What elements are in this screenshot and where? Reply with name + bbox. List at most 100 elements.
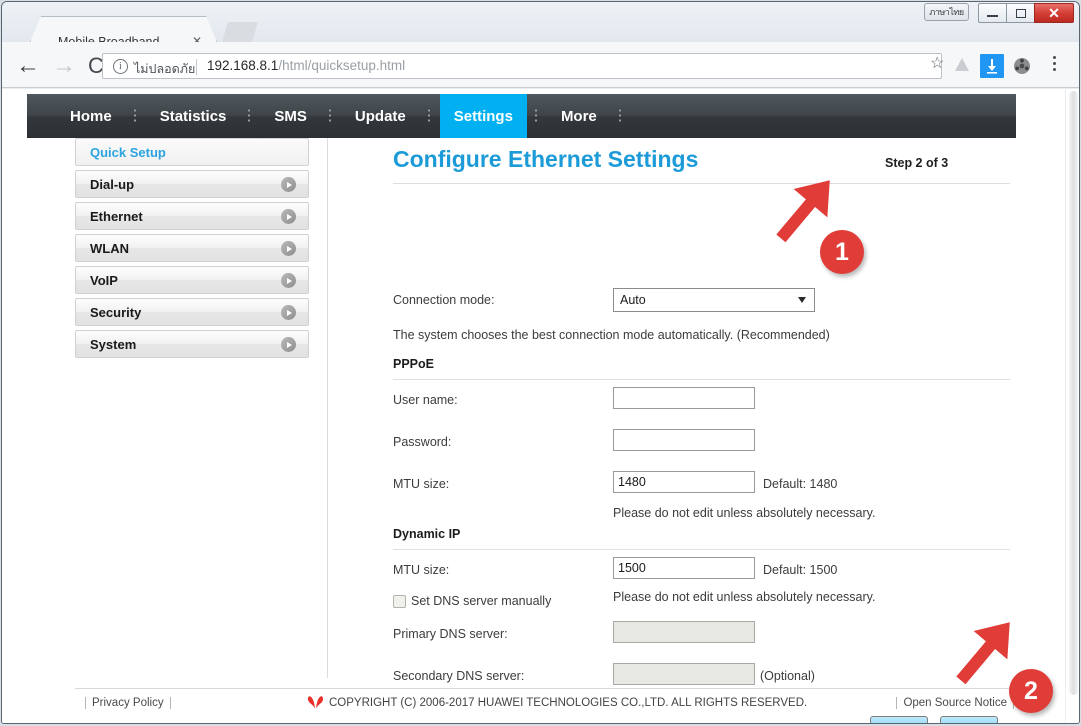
address-bar[interactable]: i ไม่ปลอดภัย 192.168.8.1/html/quicksetup… [102, 53, 942, 79]
page-scrollbar-thumb[interactable] [1069, 91, 1078, 695]
secondary-dns-label: Secondary DNS server: [393, 669, 525, 683]
sidebar-item-label: VoIP [90, 272, 118, 288]
url-text: 192.168.8.1/html/quicksetup.html [207, 58, 405, 73]
dynamic-ip-divider [393, 549, 1010, 550]
drive-icon[interactable] [950, 54, 974, 78]
tab-strip: Mobile Broadband ✕ [2, 16, 1079, 49]
nav-item-update[interactable]: Update [341, 94, 420, 138]
back-button[interactable]: Back [870, 716, 928, 723]
menu-dot [1053, 62, 1056, 65]
step-indicator: Step 2 of 3 [885, 156, 949, 170]
forward-icon[interactable]: → [52, 54, 76, 78]
annotation-badge-1: 1 [820, 230, 864, 274]
next-button[interactable]: Next [940, 716, 998, 723]
huawei-logo-icon [307, 696, 324, 709]
main-navigation: Home Statistics SMS Update Settings More [27, 94, 1016, 138]
url-host: 192.168.8.1 [207, 58, 279, 73]
dynamic-mtu-label: MTU size: [393, 563, 450, 577]
copyright-block: COPYRIGHT (C) 2006-2017 HUAWEI TECHNOLOG… [307, 696, 807, 709]
menu-dot [1053, 56, 1056, 59]
chevron-right-icon [281, 177, 296, 192]
secondary-dns-input[interactable] [613, 663, 755, 685]
nav-separator [534, 108, 537, 124]
sidebar-item-quick-setup[interactable]: Quick Setup [75, 138, 309, 166]
sidebar-item-voip[interactable]: VoIP [75, 266, 309, 294]
secondary-dns-optional: (Optional) [760, 669, 815, 683]
copyright-text: COPYRIGHT (C) 2006-2017 HUAWEI TECHNOLOG… [329, 696, 808, 709]
nav-separator [133, 108, 136, 124]
sidebar-item-system[interactable]: System [75, 330, 309, 358]
pppoe-divider [393, 379, 1010, 380]
content-area: Quick Setup Dial-up Ethernet WLAN VoIP Securi… [27, 138, 1016, 723]
download-icon[interactable] [980, 54, 1004, 78]
dynamic-mtu-note: Please do not edit unless absolutely nec… [613, 590, 876, 604]
url-path: /html/quicksetup.html [278, 58, 406, 73]
privacy-policy-link[interactable]: Privacy Policy [85, 697, 171, 709]
sidebar-item-label: Security [90, 304, 142, 320]
set-dns-manually-checkbox[interactable] [393, 595, 406, 608]
heading-divider [393, 183, 1010, 184]
sidebar-divider [327, 138, 328, 678]
chevron-right-icon [281, 241, 296, 256]
pppoe-section-title: PPPoE [393, 357, 434, 371]
sidebar-item-label: Ethernet [90, 208, 143, 224]
nav-item-home[interactable]: Home [56, 94, 126, 138]
page-title: Configure Ethernet Settings [393, 146, 699, 172]
nav-separator [248, 108, 251, 124]
nav-item-more[interactable]: More [547, 94, 611, 138]
sidebar-item-security[interactable]: Security [75, 298, 309, 326]
sidebar-item-dial-up[interactable]: Dial-up [75, 170, 309, 198]
annotation-badge-2: 2 [1009, 669, 1053, 713]
settings-sidebar: Quick Setup Dial-up Ethernet WLAN VoIP Securi… [75, 138, 309, 362]
menu-dot [1053, 68, 1056, 71]
chevron-right-icon [281, 337, 296, 352]
extension-icon[interactable] [1010, 54, 1034, 78]
sidebar-item-label: Dial-up [90, 176, 135, 192]
password-label: Password: [393, 435, 452, 449]
chevron-right-icon [281, 273, 296, 288]
primary-dns-label: Primary DNS server: [393, 627, 508, 641]
pppoe-mtu-input[interactable]: 1480 [613, 471, 755, 493]
nav-separator [427, 108, 430, 124]
page-footer: Privacy Policy COPYRIGHT (C) 2006-2017 H… [75, 688, 1016, 714]
chevron-right-icon [281, 305, 296, 320]
nav-separator [618, 108, 621, 124]
router-web-ui: Home Statistics SMS Update Settings More Quic… [27, 94, 1016, 723]
dynamic-mtu-default: Default: 1500 [763, 563, 838, 577]
pppoe-mtu-note: Please do not edit unless absolutely nec… [613, 506, 876, 520]
sidebar-item-ethernet[interactable]: Ethernet [75, 202, 309, 230]
connection-mode-value: Auto [620, 293, 646, 307]
pppoe-mtu-default: Default: 1480 [763, 477, 838, 491]
back-icon[interactable]: ← [16, 54, 40, 78]
new-tab-button[interactable] [222, 22, 258, 42]
page-viewport: Home Statistics SMS Update Settings More Quic… [2, 89, 1079, 723]
nav-item-sms[interactable]: SMS [260, 94, 321, 138]
chevron-down-icon [798, 297, 806, 303]
omnibox-divider [196, 59, 197, 75]
nav-item-settings[interactable]: Settings [439, 94, 527, 138]
window-outline: ภาษาไทย ✕ Mobile Broadband ✕ ← → C i ไม่… [1, 1, 1080, 724]
sidebar-item-label: System [90, 336, 137, 352]
browser-menu-button[interactable] [1053, 56, 1056, 74]
sidebar-item-label: WLAN [90, 240, 129, 256]
browser-window: ภาษาไทย ✕ Mobile Broadband ✕ ← → C i ไม่… [0, 0, 1081, 726]
sidebar-item-label: Quick Setup [90, 144, 166, 160]
page-scrollbar-track[interactable] [1065, 89, 1079, 723]
primary-dns-input[interactable] [613, 621, 755, 643]
nav-item-statistics[interactable]: Statistics [146, 94, 241, 138]
sidebar-item-wlan[interactable]: WLAN [75, 234, 309, 262]
pppoe-mtu-label: MTU size: [393, 477, 450, 491]
username-label: User name: [393, 393, 458, 407]
connection-mode-label: Connection mode: [393, 293, 495, 307]
set-dns-manually-label: Set DNS server manually [411, 594, 552, 608]
password-input[interactable] [613, 429, 755, 451]
dynamic-mtu-input[interactable]: 1500 [613, 557, 755, 579]
bookmark-star-icon[interactable]: ☆ [930, 56, 944, 72]
connection-mode-hint: The system chooses the best connection m… [393, 328, 830, 342]
info-icon[interactable]: i [113, 59, 128, 74]
chevron-right-icon [281, 209, 296, 224]
connection-mode-select[interactable]: Auto [613, 288, 815, 312]
dynamic-ip-section-title: Dynamic IP [393, 527, 461, 541]
security-status-label: ไม่ปลอดภัย [134, 62, 196, 76]
username-input[interactable] [613, 387, 755, 409]
